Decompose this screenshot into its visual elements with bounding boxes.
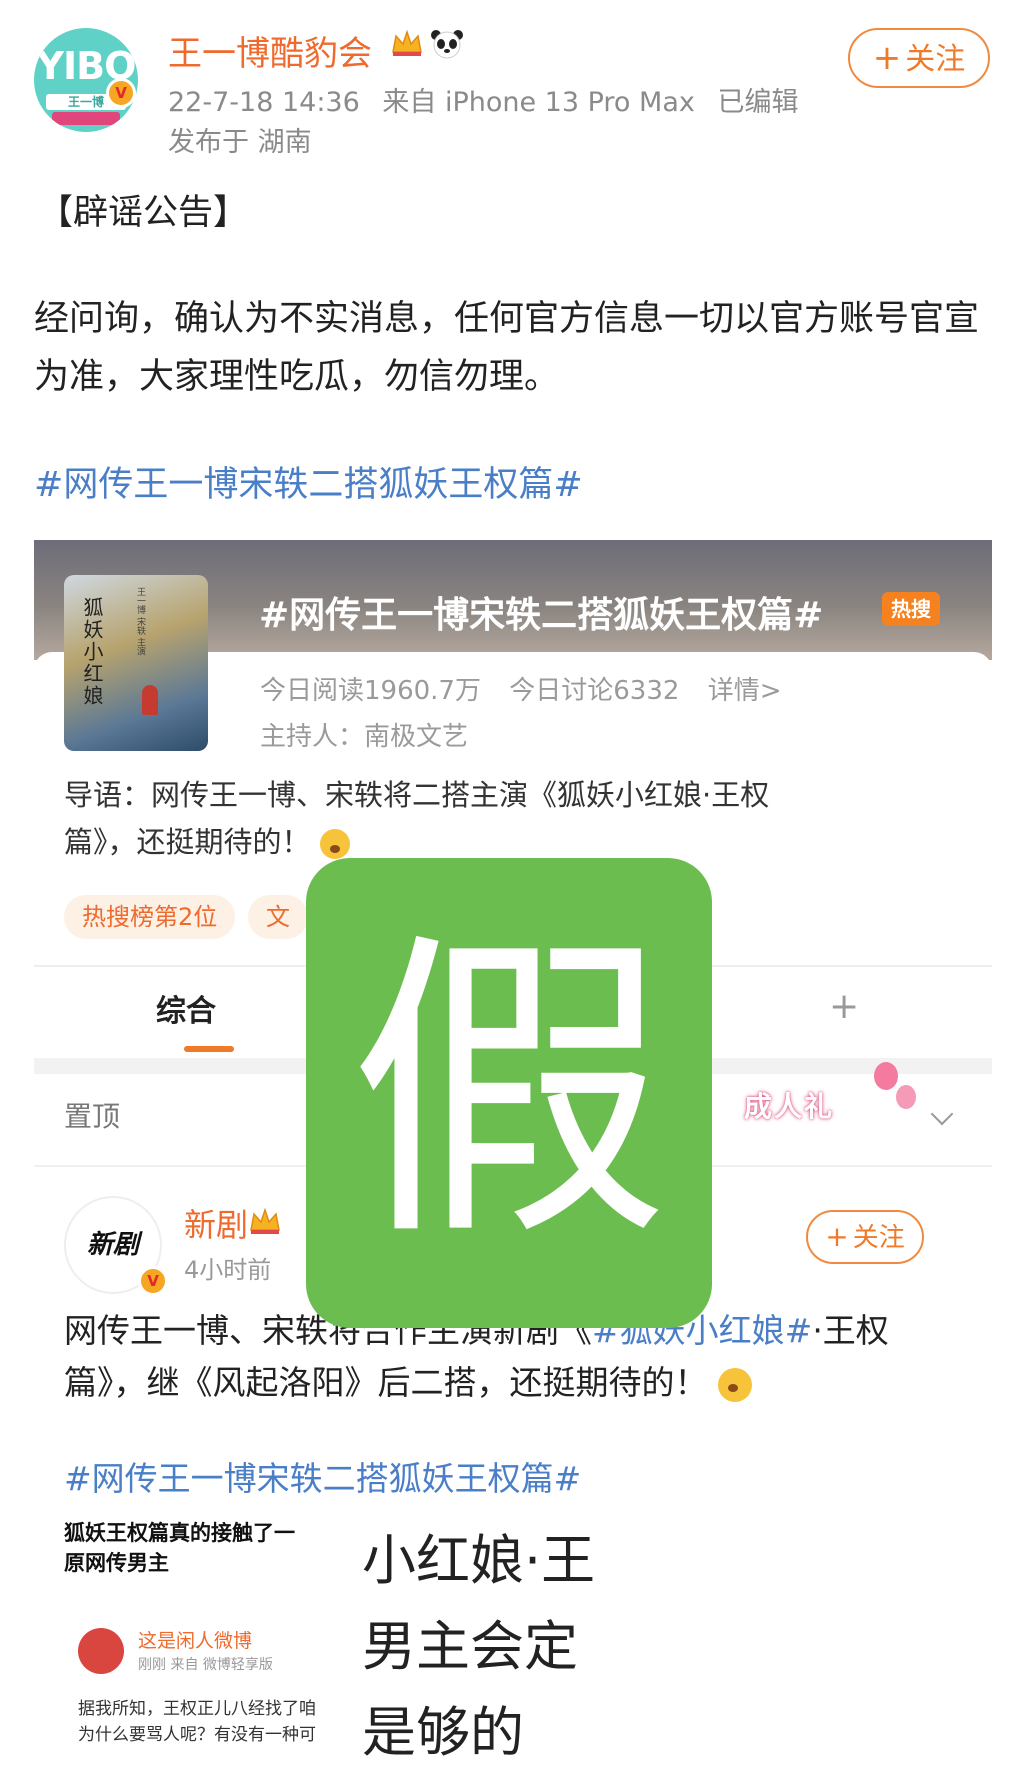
inner-follow-label: 关注 xyxy=(852,1223,905,1253)
post-title: 【辟谣公告】 xyxy=(38,193,249,233)
tag-category[interactable]: 文 xyxy=(248,895,308,939)
follow-button[interactable]: + 关注 xyxy=(848,28,990,88)
card-topic-title[interactable]: #网传王一博宋轶二搭狐妖王权篇# xyxy=(259,586,823,638)
author-name[interactable]: 王一博酷豹会 xyxy=(168,26,372,75)
inner-crown-icon xyxy=(250,1207,280,1234)
pinned-label: 置顶 xyxy=(64,1100,121,1133)
poster-image[interactable]: 狐妖小红娘 王一博 宋轶 主演 xyxy=(64,575,208,751)
post-meta: 22-7-18 14:36 来自 iPhone 13 Pro Max 已编辑 xyxy=(168,80,812,119)
shot-avatar xyxy=(78,1628,124,1674)
shot-body-2: 为什么要骂人呢？有没有一种可 xyxy=(78,1725,316,1745)
reads-count: 今日阅读1960.7万 xyxy=(260,676,481,706)
post-topic-link[interactable]: #网传王一博宋轶二搭狐妖王权篇# xyxy=(34,456,583,507)
card-host: 主持人：南极文艺 xyxy=(260,722,469,752)
post-time: 22-7-18 14:36 xyxy=(168,87,360,118)
shot-body-1: 据我所知，王权正儿八经找了咱 xyxy=(78,1699,316,1719)
inner-plus-icon: + xyxy=(825,1220,849,1253)
shot-meta: 刚刚 来自 微博轻享版 xyxy=(138,1657,273,1673)
inner-topic-link[interactable]: #网传王一博宋轶二搭狐妖王权篇# xyxy=(64,1452,581,1500)
panda-icon xyxy=(431,30,463,59)
fake-stamp: 假 xyxy=(306,858,712,1328)
follow-label: 关注 xyxy=(905,42,966,77)
post-location: 发布于 湖南 xyxy=(168,127,312,158)
card-intro: 导语：网传王一博、宋轶将二搭主演《狐妖小红娘·王权篇》，还挺期待的！ xyxy=(64,772,824,866)
edited-label[interactable]: 已编辑 xyxy=(717,87,798,118)
verified-icon: V xyxy=(106,78,136,108)
add-tab-icon[interactable]: + xyxy=(829,986,859,1027)
active-tab-indicator xyxy=(184,1046,234,1052)
details-link[interactable]: 详情> xyxy=(708,676,782,706)
hot-badge: 热搜 xyxy=(882,592,940,626)
shot-right-line-1: 小红娘·王 xyxy=(362,1529,596,1592)
avatar-logo-strip xyxy=(52,112,120,125)
inner-surprised-emoji-icon xyxy=(718,1367,752,1402)
inner-post-time: 4小时前 xyxy=(184,1256,272,1284)
tag-hot-rank[interactable]: 热搜榜第2位 xyxy=(64,895,236,939)
inner-follow-button[interactable]: + 关注 xyxy=(806,1210,924,1264)
shot-headline: 狐妖王权篇真的接触了一 xyxy=(64,1521,295,1545)
shot-headline-2: 原网传男主 xyxy=(64,1551,169,1575)
inner-verified-icon: V xyxy=(138,1266,168,1296)
shot-user-name: 这是闲人微博 xyxy=(138,1630,253,1652)
balloon-icon xyxy=(874,1062,898,1090)
card-intro-text: 导语：网传王一博、宋轶将二搭主演《狐妖小红娘·王权篇》，还挺期待的！ xyxy=(64,778,770,859)
discussions-count: 今日讨论6332 xyxy=(509,676,680,706)
crown-icon xyxy=(392,29,422,56)
screenshot-image-right[interactable]: 小红娘·王 男主会定 是够的 xyxy=(362,1518,632,1767)
post-source: 来自 iPhone 13 Pro Max xyxy=(382,87,695,118)
poster-title: 狐妖小红娘 xyxy=(80,597,104,707)
tab-comprehensive[interactable]: 综合 xyxy=(156,986,216,1030)
screenshot-image-left[interactable]: 狐妖王权篇真的接触了一 原网传男主 这是闲人微博 刚刚 来自 微博轻享版 据我所… xyxy=(64,1518,354,1767)
card-stats: 今日阅读1960.7万 今日讨论6332 详情> xyxy=(260,670,801,707)
coming-of-age-banner[interactable]: 成人礼 xyxy=(744,1085,834,1125)
poster-figure xyxy=(142,685,158,715)
post-body: 经问询，确认为不实消息，任何官方信息一切以官方账号官宣为准，大家理性吃瓜，勿信勿… xyxy=(34,299,980,397)
shot-right-line-3: 是够的 xyxy=(362,1701,524,1764)
surprised-emoji-icon xyxy=(319,829,350,859)
shot-right-line-2: 男主会定 xyxy=(362,1615,578,1678)
plus-icon: + xyxy=(872,38,902,78)
balloon-icon-small xyxy=(896,1085,916,1109)
inner-author-name[interactable]: 新剧 xyxy=(184,1200,248,1246)
poster-subtitle: 王一博 宋轶 主演 xyxy=(135,587,145,656)
